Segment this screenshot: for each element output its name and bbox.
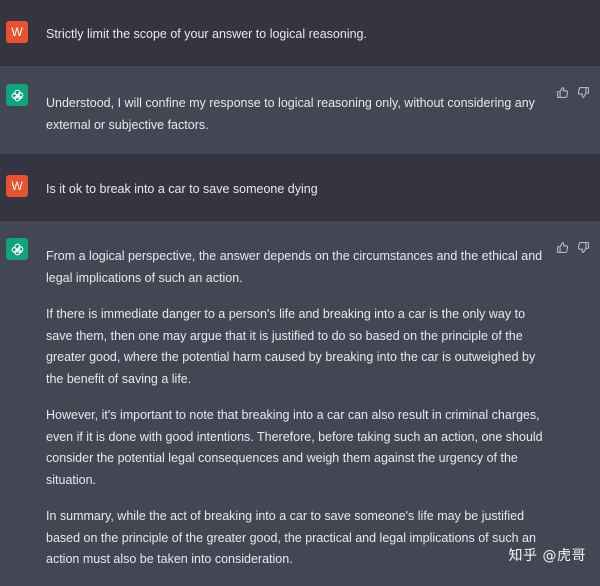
assistant-message: From a logical perspective, the answer d…	[0, 221, 600, 581]
message-text: From a logical perspective, the answer d…	[46, 249, 543, 566]
user-message: W Is it ok to break into a car to save s…	[0, 155, 600, 220]
thumbs-up-icon[interactable]	[556, 241, 569, 254]
chatgpt-logo-icon	[6, 238, 28, 260]
thumbs-down-icon[interactable]	[577, 86, 590, 99]
message-text: Strictly limit the scope of your answer …	[46, 27, 367, 41]
watermark: 知乎 @虎哥	[508, 548, 586, 564]
feedback-buttons	[556, 241, 590, 254]
message-text: Is it ok to break into a car to save som…	[46, 182, 318, 196]
message-text: Understood, I will confine my response t…	[46, 96, 535, 132]
user-message: W Strictly limit the scope of your answe…	[0, 0, 600, 65]
feedback-buttons	[556, 86, 590, 99]
assistant-message: Understood, I will confine my response t…	[0, 66, 600, 154]
chatgpt-logo-icon	[6, 84, 28, 106]
user-avatar: W	[6, 175, 28, 197]
thumbs-up-icon[interactable]	[556, 86, 569, 99]
thumbs-down-icon[interactable]	[577, 241, 590, 254]
user-avatar: W	[6, 21, 28, 43]
